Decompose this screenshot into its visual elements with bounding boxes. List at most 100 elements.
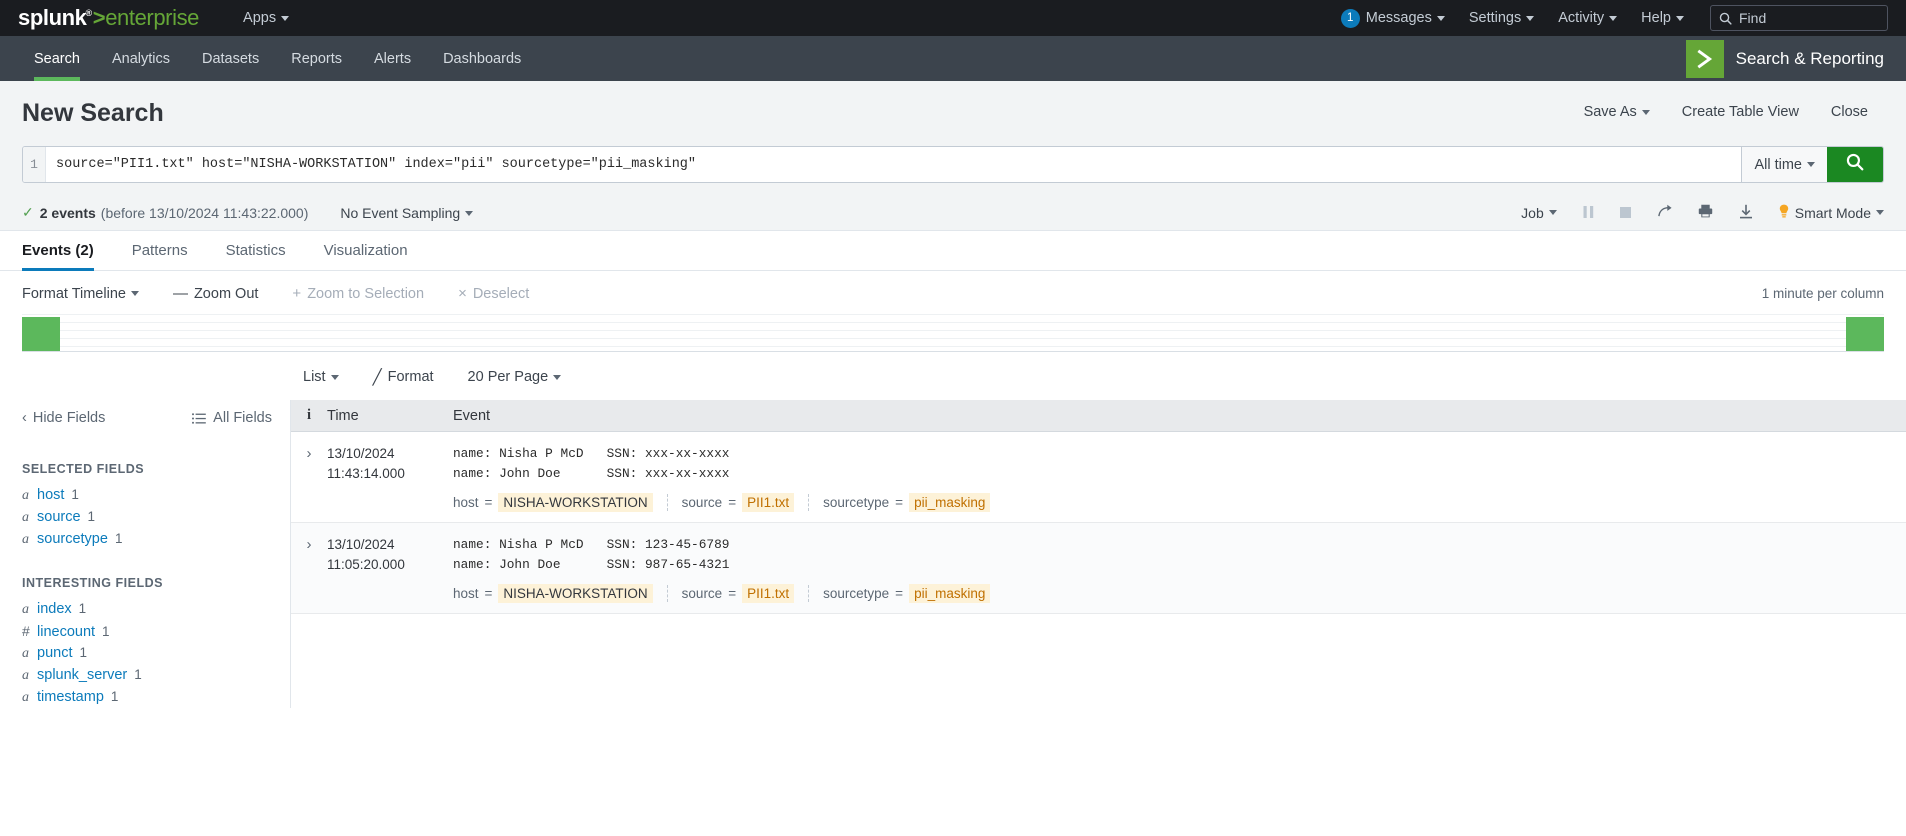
field-type-icon: a — [22, 690, 37, 706]
sidebar-field-timestamp[interactable]: a timestamp 1 — [22, 686, 290, 708]
field-separator — [667, 585, 668, 602]
search-query-input[interactable] — [46, 147, 1741, 182]
deselect-button[interactable]: ×Deselect — [458, 285, 529, 302]
time-range-picker[interactable]: All time — [1741, 147, 1827, 182]
app-brand[interactable]: Search & Reporting — [1686, 36, 1906, 81]
event-field-list: host = NISHA-WORKSTATION source = PII1.t… — [453, 493, 1906, 512]
event-field-list: host = NISHA-WORKSTATION source = PII1.t… — [453, 584, 1906, 603]
share-button[interactable] — [1644, 204, 1685, 221]
column-header-event: Event — [437, 408, 1906, 424]
find-input-placeholder: Find — [1739, 10, 1766, 26]
column-header-time[interactable]: Time — [327, 408, 437, 424]
field-count: 1 — [88, 509, 96, 524]
field-value[interactable]: pii_masking — [909, 584, 990, 603]
field-count: 1 — [79, 601, 87, 616]
expand-row-button[interactable]: › — [291, 535, 327, 603]
chevron-down-icon — [1526, 16, 1534, 21]
job-menu[interactable]: Job — [1508, 205, 1570, 221]
apps-menu[interactable]: Apps — [233, 10, 299, 26]
tab-patterns[interactable]: Patterns — [132, 231, 206, 270]
sidebar-field-splunk-server[interactable]: a splunk_server 1 — [22, 664, 290, 686]
field-key: host — [453, 586, 479, 601]
field-value[interactable]: NISHA-WORKSTATION — [498, 584, 652, 603]
timeline-bar[interactable] — [22, 317, 60, 351]
field-name: host — [37, 487, 64, 503]
field-value[interactable]: PII1.txt — [742, 584, 794, 603]
tab-visualization[interactable]: Visualization — [324, 231, 426, 270]
zoom-to-selection-label: Zoom to Selection — [307, 286, 424, 302]
event-timestamp[interactable]: 13/10/2024 11:43:14.000 — [327, 444, 437, 512]
search-mode-menu[interactable]: Smart Mode — [1766, 204, 1884, 221]
expand-row-button[interactable]: › — [291, 444, 327, 512]
app-navigation-bar: Search Analytics Datasets Reports Alerts… — [0, 36, 1906, 81]
pause-icon — [1583, 205, 1594, 221]
hide-fields-button[interactable]: ‹ Hide Fields — [22, 410, 105, 426]
format-results-button[interactable]: ╱Format — [373, 368, 434, 386]
field-name: source — [37, 509, 81, 525]
field-value[interactable]: pii_masking — [909, 493, 990, 512]
help-label: Help — [1641, 10, 1671, 26]
save-as-label: Save As — [1584, 104, 1637, 120]
nav-item-dashboards[interactable]: Dashboards — [427, 36, 537, 81]
event-time-range: (before 13/10/2024 11:43:22.000) — [101, 205, 309, 221]
chevron-down-icon — [131, 291, 139, 296]
app-brand-label: Search & Reporting — [1736, 49, 1884, 69]
help-menu[interactable]: Help — [1631, 10, 1694, 26]
field-count: 1 — [111, 689, 119, 704]
save-as-button[interactable]: Save As — [1568, 104, 1666, 120]
chevron-left-icon: ‹ — [22, 410, 27, 426]
splunk-logo[interactable]: splunk®>enterprise — [18, 5, 199, 31]
nav-item-analytics[interactable]: Analytics — [96, 36, 186, 81]
field-value[interactable]: NISHA-WORKSTATION — [498, 493, 652, 512]
sidebar-field-punct[interactable]: a punct 1 — [22, 642, 290, 664]
nav-item-datasets[interactable]: Datasets — [186, 36, 275, 81]
chevron-down-icon — [1549, 210, 1557, 215]
field-value[interactable]: PII1.txt — [742, 493, 794, 512]
stop-button[interactable] — [1607, 207, 1644, 218]
sidebar-field-sourcetype[interactable]: a sourcetype 1 — [22, 528, 290, 550]
print-button[interactable] — [1685, 204, 1726, 221]
tab-statistics[interactable]: Statistics — [226, 231, 304, 270]
pencil-icon: ╱ — [373, 368, 382, 386]
tab-label: Patterns — [132, 242, 188, 259]
zoom-out-button[interactable]: —Zoom Out — [173, 285, 258, 302]
activity-label: Activity — [1558, 10, 1604, 26]
close-button[interactable]: Close — [1815, 104, 1884, 120]
event-raw-line: name: John Doe SSN: xxx-xx-xxxx — [453, 464, 1906, 484]
sidebar-field-host[interactable]: a host 1 — [22, 484, 290, 506]
minus-icon: — — [173, 285, 188, 302]
create-table-view-button[interactable]: Create Table View — [1666, 104, 1815, 120]
event-timestamp[interactable]: 13/10/2024 11:05:20.000 — [327, 535, 437, 603]
nav-item-search[interactable]: Search — [18, 36, 96, 81]
messages-menu[interactable]: 1 Messages — [1331, 9, 1455, 28]
events-table: i Time Event › 13/10/2024 11:43:14.000 n… — [290, 400, 1906, 708]
sidebar-field-linecount[interactable]: # linecount 1 — [22, 620, 290, 642]
all-fields-button[interactable]: All Fields — [192, 410, 272, 426]
export-button[interactable] — [1726, 204, 1766, 222]
chevron-down-icon — [281, 16, 289, 21]
field-separator — [808, 494, 809, 511]
field-type-icon: # — [22, 623, 37, 639]
zoom-to-selection-button[interactable]: +Zoom to Selection — [292, 285, 424, 302]
view-mode-menu[interactable]: List — [303, 369, 339, 385]
sidebar-field-index[interactable]: a index 1 — [22, 598, 290, 620]
settings-menu[interactable]: Settings — [1459, 10, 1544, 26]
event-sampling-menu[interactable]: No Event Sampling — [340, 205, 473, 221]
tab-label: Visualization — [324, 242, 408, 259]
chevron-down-icon — [1676, 16, 1684, 21]
run-search-button[interactable] — [1827, 147, 1883, 182]
nav-item-reports[interactable]: Reports — [275, 36, 358, 81]
format-timeline-menu[interactable]: Format Timeline — [22, 286, 139, 302]
nav-item-alerts[interactable]: Alerts — [358, 36, 427, 81]
search-icon — [1846, 153, 1864, 176]
timeline-controls: Format Timeline —Zoom Out +Zoom to Selec… — [22, 285, 1884, 302]
per-page-menu[interactable]: 20 Per Page — [468, 369, 562, 385]
sidebar-field-source[interactable]: a source 1 — [22, 506, 290, 528]
pause-button[interactable] — [1570, 205, 1607, 221]
activity-menu[interactable]: Activity — [1548, 10, 1627, 26]
tab-events[interactable]: Events (2) — [22, 231, 112, 270]
timeline-chart[interactable] — [22, 314, 1884, 352]
equals-sign: = — [485, 586, 493, 601]
timeline-bar[interactable] — [1846, 317, 1884, 351]
find-search-box[interactable]: Find — [1710, 5, 1888, 31]
